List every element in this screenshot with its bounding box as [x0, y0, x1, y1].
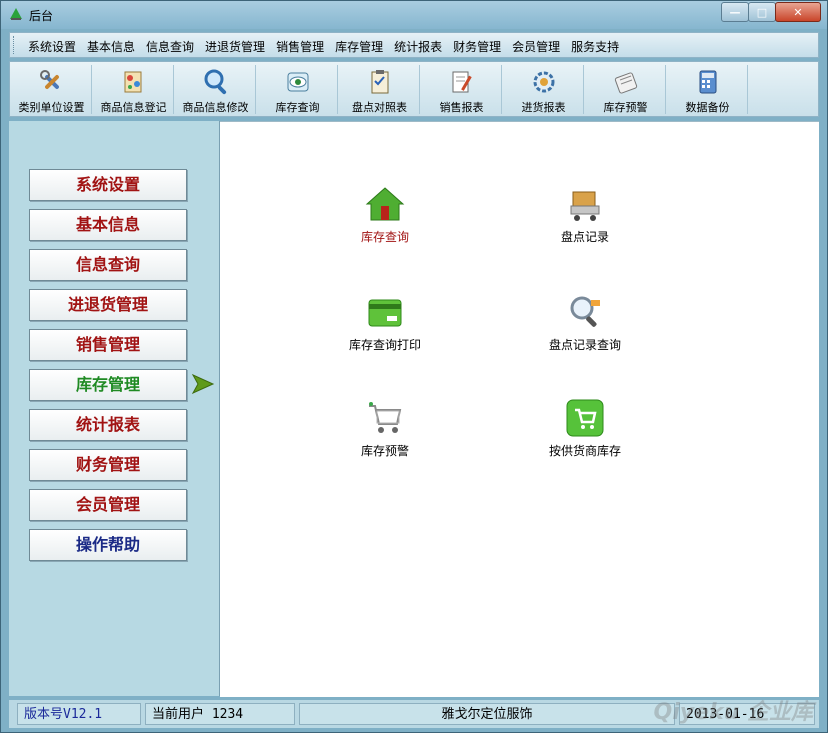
maximize-button[interactable]: □: [748, 2, 776, 22]
company-name-label: 雅戈尔定位服饰: [299, 703, 675, 725]
menu-info-query[interactable]: 信息查询: [146, 38, 194, 55]
tool-inventory-compare-button[interactable]: 盘点对照表: [340, 65, 420, 114]
minimize-button[interactable]: —: [721, 2, 749, 22]
func-inventory-records[interactable]: 盘点记录: [520, 184, 650, 245]
app-window: 后台 — □ ✕ 系统设置 基本信息 信息查询 进退货管理 销售管理 库存管理 …: [0, 0, 828, 733]
func-inventory-record-query[interactable]: 盘点记录查询: [520, 292, 650, 353]
current-user-label: 当前用户 1234: [145, 703, 295, 725]
func-supplier-inventory[interactable]: 按供货商库存: [520, 398, 650, 459]
search-record-icon: [570, 296, 600, 327]
warning-paper-icon: [614, 72, 637, 94]
calculator-icon: [699, 70, 716, 94]
left-navigation: 系统设置 基本信息 信息查询 进退货管理 销售管理 库存管理 统计报表 财务管理…: [9, 121, 220, 696]
date-label: 2013-01-16: [679, 703, 815, 725]
menu-service[interactable]: 服务支持: [571, 38, 619, 55]
nav-help[interactable]: 操作帮助: [29, 529, 187, 561]
menu-bar: 系统设置 基本信息 信息查询 进退货管理 销售管理 库存管理 统计报表 财务管理…: [9, 32, 819, 58]
app-logo-icon: [10, 8, 22, 20]
nav-members[interactable]: 会员管理: [29, 489, 187, 521]
nav-info-query[interactable]: 信息查询: [29, 249, 187, 281]
menu-system-settings[interactable]: 系统设置: [28, 38, 76, 55]
nav-sales[interactable]: 销售管理: [29, 329, 187, 361]
tools-icon: [39, 70, 59, 89]
active-arrow-icon: [191, 374, 215, 394]
func-stock-warning[interactable]: 库存预警: [320, 398, 450, 459]
nav-purchase-return[interactable]: 进退货管理: [29, 289, 187, 321]
magnifier-icon: [204, 69, 226, 95]
nav-system-settings[interactable]: 系统设置: [29, 169, 187, 201]
close-button[interactable]: ✕: [775, 2, 821, 22]
report-pen-icon: [452, 71, 472, 93]
main-panel: 库存查询 盘点记录 库存查询打印 盘点记录查询 库存预警 按供货商库存: [220, 121, 819, 697]
tool-product-register-button[interactable]: 商品信息登记: [94, 65, 174, 114]
tool-stock-warning-button[interactable]: 库存预警: [586, 65, 666, 114]
menu-inventory[interactable]: 库存管理: [335, 38, 383, 55]
box-cart-icon: [570, 191, 600, 221]
window-title: 后台: [29, 9, 54, 23]
menu-finance[interactable]: 财务管理: [453, 38, 501, 55]
house-icon: [365, 187, 405, 221]
nav-basic-info[interactable]: 基本信息: [29, 209, 187, 241]
func-inventory-query[interactable]: 库存查询: [320, 184, 450, 245]
menu-grip[interactable]: [13, 36, 17, 54]
tool-sales-report-button[interactable]: 销售报表: [422, 65, 502, 114]
nav-reports[interactable]: 统计报表: [29, 409, 187, 441]
func-inventory-print[interactable]: 库存查询打印: [320, 292, 450, 353]
version-label: 版本号V12.1: [17, 703, 141, 725]
tool-product-modify-button[interactable]: 商品信息修改: [176, 65, 256, 114]
tool-purchase-report-button[interactable]: 进货报表: [504, 65, 584, 114]
menu-purchase-return[interactable]: 进退货管理: [205, 38, 265, 55]
menu-members[interactable]: 会员管理: [512, 38, 560, 55]
menu-reports[interactable]: 统计报表: [394, 38, 442, 55]
green-cart-button-icon: [566, 399, 604, 437]
menu-sales[interactable]: 销售管理: [276, 38, 324, 55]
gear-chart-icon: [533, 71, 554, 93]
clipboard-icon: [371, 70, 388, 94]
nav-inventory[interactable]: 库存管理: [29, 369, 187, 401]
toolbar: 类别单位设置 商品信息登记 商品信息修改 库存查询 盘点对照表 销售报表 进货报…: [9, 61, 819, 117]
card-icon: [368, 299, 402, 327]
status-bar: 版本号V12.1 当前用户 1234 雅戈尔定位服饰 2013-01-16: [9, 700, 819, 728]
product-register-icon: [124, 71, 141, 93]
title-bar[interactable]: 后台 — □ ✕: [1, 1, 827, 29]
eye-inspect-icon: [287, 72, 308, 92]
shopping-cart-icon: [369, 402, 402, 433]
tool-inventory-query-button[interactable]: 库存查询: [258, 65, 338, 114]
tool-data-backup-button[interactable]: 数据备份: [668, 65, 748, 114]
menu-basic-info[interactable]: 基本信息: [87, 38, 135, 55]
tool-category-unit-button[interactable]: 类别单位设置: [12, 65, 92, 114]
nav-finance[interactable]: 财务管理: [29, 449, 187, 481]
window-controls: — □ ✕: [721, 2, 821, 22]
